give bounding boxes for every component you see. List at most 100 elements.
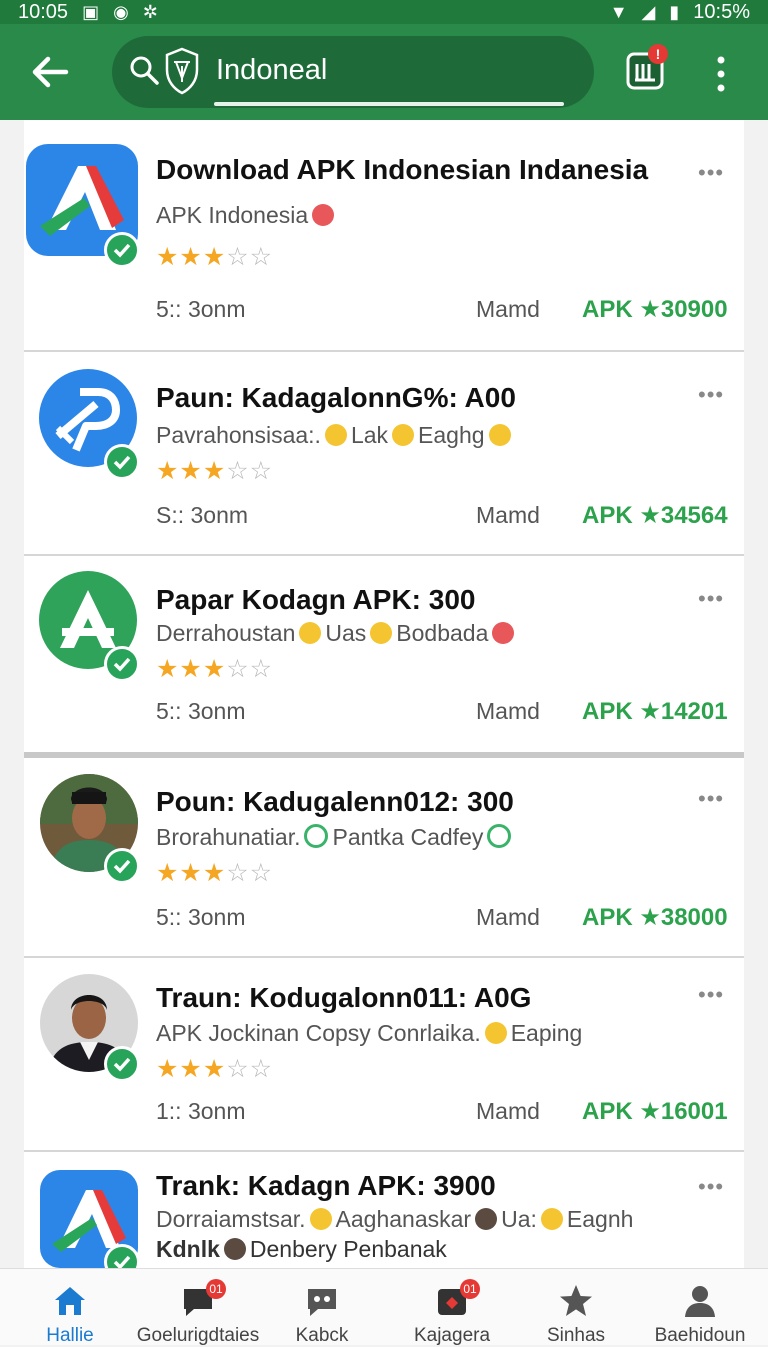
list-item[interactable]: Paun: KadagalonnG%: A00 Pavrahonsisaa:. L… [24,352,744,554]
item-more-icon[interactable]: ••• [698,160,724,186]
avatar-icon [223,1238,246,1260]
item-meta: S:: 3onm [156,502,249,528]
item-subtitle: APK Jockinan Copsy Conrlaika. Eaping [156,1020,583,1046]
emoji-icon [484,1022,507,1044]
list-item[interactable]: Download APK Indonesian Indanesia APK In… [24,120,744,352]
item-meta: 5:: 3onm [156,296,246,322]
search-input[interactable]: Indoneal [216,54,327,87]
item-subtitle: Dorraiamstsar. Aaghanaskar Ua: Eagnh [156,1206,634,1232]
item-title: Papar Kodagn APK: 300 [156,584,476,615]
verified-icon [104,848,140,884]
item-title: Download APK Indonesian Indanesia [156,154,649,185]
star-icon: ★ [639,698,661,725]
item-apk-count: APK ★16001 [582,1098,728,1125]
item-subtitle-secondary: Kdnlk Denbery Penbanak [156,1236,447,1262]
item-meta-secondary: Mamd [476,904,540,930]
notification-icon: ▣ [82,2,100,22]
list-item[interactable]: Poun: Kadugalenn012: 300 Brorahunatiar. P… [24,758,744,956]
nav-badge: 01 [206,1279,226,1299]
nav-home[interactable]: Hallie [6,1269,134,1346]
signal-icon: ◢ [641,2,656,22]
emoji-icon [299,622,322,644]
emoji-icon [312,204,335,226]
status-time-right: 10:5% [693,0,750,23]
emoji-icon [309,1208,332,1230]
star-icon: ★ [639,904,661,931]
item-meta: 1:: 3onm [156,1098,246,1124]
verified-icon [104,1046,140,1082]
verified-icon [104,1244,140,1268]
inbox-button[interactable]: ! [624,44,668,96]
item-meta: 5:: 3onm [156,698,246,724]
item-more-icon[interactable]: ••• [698,982,724,1008]
nav-goelurigdtaies[interactable]: 01 Goelurigdtaies [134,1269,262,1346]
more-vert-icon[interactable] [706,54,736,94]
item-apk-count: APK ★34564 [582,502,728,529]
item-more-icon[interactable]: ••• [698,586,724,612]
search-icon[interactable] [128,54,160,86]
nav-kabck[interactable]: Kabck [258,1269,386,1346]
shield-icon [165,47,199,95]
person-icon [685,1286,715,1317]
star-rating: ★★★☆☆ [156,859,274,887]
emoji-icon [540,1208,563,1230]
app-bar: Indoneal ! [0,24,768,120]
item-subtitle: Derrahoustan Uas Bodbada [156,620,518,647]
emoji-icon [487,824,512,848]
emoji-icon [324,424,347,446]
inbox-badge: ! [648,44,668,64]
item-subtitle: Pavrahonsisaa:. Lak Eaghg [156,422,515,449]
star-rating: ★★★☆☆ [156,1055,274,1083]
star-icon: ★ [639,502,661,529]
star-rating: ★★★☆☆ [156,243,274,271]
item-title: Traun: Kodugalonn011: A0G [156,982,532,1013]
item-more-icon[interactable]: ••• [698,1174,724,1200]
item-title: Poun: Kadugalenn012: 300 [156,786,514,817]
search-underline [214,102,564,106]
star-icon [560,1285,592,1316]
verified-icon [104,232,140,268]
item-apk-count: APK ★14201 [582,698,728,725]
verified-icon [104,444,140,480]
list-item[interactable]: Trank: Kadagn APK: 3900 Dorraiamstsar. Aa… [24,1152,744,1268]
item-meta: 5:: 3onm [156,904,246,930]
nav-sinhas[interactable]: Sinhas [512,1269,640,1346]
app-list: Download APK Indonesian Indanesia APK In… [24,120,744,1268]
item-meta-secondary: Mamd [476,502,540,528]
nav-baehidoun[interactable]: Baehidoun [636,1269,764,1346]
search-bar[interactable]: Indoneal [112,36,594,108]
item-title: Trank: Kadagn APK: 3900 [156,1170,496,1201]
bottom-navigation: Hallie 01 Goelurigdtaies Kabck 01 Kajage… [0,1268,768,1346]
home-icon [55,1287,85,1315]
status-bar: 10:05 ▣ ◉ ✲ ▼ ◢ ▮ 10:5% [0,0,768,24]
emoji-icon [492,622,515,644]
list-item[interactable]: Traun: Kodugalonn011: A0G APK Jockinan C… [24,958,744,1150]
emoji-icon [488,424,511,446]
star-rating: ★★★☆☆ [156,655,274,683]
item-apk-count: APK ★30900 [582,296,728,323]
item-meta-secondary: Mamd [476,296,540,322]
item-more-icon[interactable]: ••• [698,786,724,812]
tree-icon: ✲ [142,2,158,22]
emoji-icon [392,424,415,446]
item-meta-secondary: Mamd [476,698,540,724]
item-subtitle: Brorahunatiar. Pantka Cadfey [156,824,515,851]
emoji-icon [304,824,329,848]
star-icon: ★ [639,1098,661,1125]
battery-icon: ▮ [669,2,680,22]
nav-badge: 01 [460,1279,480,1299]
nav-kajagera[interactable]: 01 Kajagera [388,1269,516,1346]
star-rating: ★★★☆☆ [156,457,274,485]
emoji-icon [370,622,393,644]
item-subtitle: APK Indonesia [156,202,338,229]
verified-icon [104,646,140,682]
avatar-icon [475,1208,498,1230]
item-title: Paun: KadagalonnG%: A00 [156,382,516,413]
list-item[interactable]: Papar Kodagn APK: 300 Derrahoustan Uas Bod… [24,556,744,750]
chat-bubble-icon [308,1289,336,1316]
item-more-icon[interactable]: ••• [698,382,724,408]
star-icon: ★ [639,296,661,323]
back-arrow-icon[interactable] [28,50,72,94]
item-meta-secondary: Mamd [476,1098,540,1124]
wifi-icon: ▼ [609,2,628,22]
